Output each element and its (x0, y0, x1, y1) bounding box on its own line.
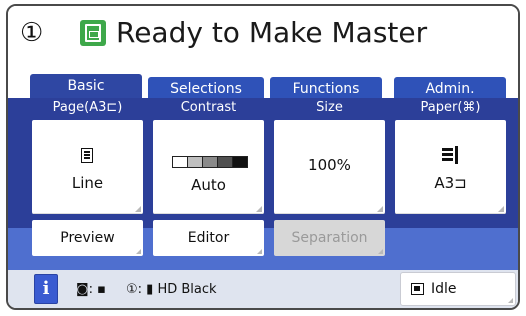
separation-button[interactable]: Separation (274, 220, 385, 256)
tab-functions[interactable]: Functions (270, 77, 382, 100)
master-icon (80, 20, 106, 46)
step-number: ① (20, 18, 44, 48)
idle-label: Idle (431, 281, 457, 297)
preview-button[interactable]: Preview (32, 220, 143, 256)
contrast-label: Contrast (180, 100, 237, 115)
contrast-scale-icon (172, 156, 248, 168)
paper-button[interactable]: A3⊐ (395, 120, 506, 214)
tab-basic[interactable]: Basic (30, 74, 142, 100)
tab-selections[interactable]: Selections (148, 77, 264, 100)
page-label: Page(A3⊏) (52, 100, 123, 115)
idle-button[interactable]: Idle (400, 272, 516, 306)
control-panel-screen: ① Ready to Make Master Basic Selections … (6, 4, 520, 310)
paper-value: A3⊐ (434, 174, 467, 192)
size-label: Size (316, 100, 343, 115)
paper-tray-icon (442, 146, 458, 164)
drum-status: ◙: ▪ (76, 282, 106, 297)
header-bar: ① Ready to Make Master (8, 6, 518, 72)
page-button[interactable]: Line (32, 120, 143, 214)
contrast-button[interactable]: Auto (153, 120, 264, 214)
contrast-value: Auto (191, 176, 226, 194)
tab-admin[interactable]: Admin. (394, 77, 506, 100)
document-icon (81, 148, 93, 163)
editor-button[interactable]: Editor (153, 220, 264, 256)
ink-status: ①: ▮ HD Black (126, 282, 217, 297)
paper-label: Paper(⌘) (420, 100, 481, 115)
info-button[interactable]: i (34, 274, 58, 304)
size-value: 100% (308, 156, 351, 174)
size-button[interactable]: 100% (274, 120, 385, 214)
page-value: Line (71, 174, 104, 192)
printer-status-icon (411, 283, 424, 295)
page-title: Ready to Make Master (116, 16, 428, 49)
